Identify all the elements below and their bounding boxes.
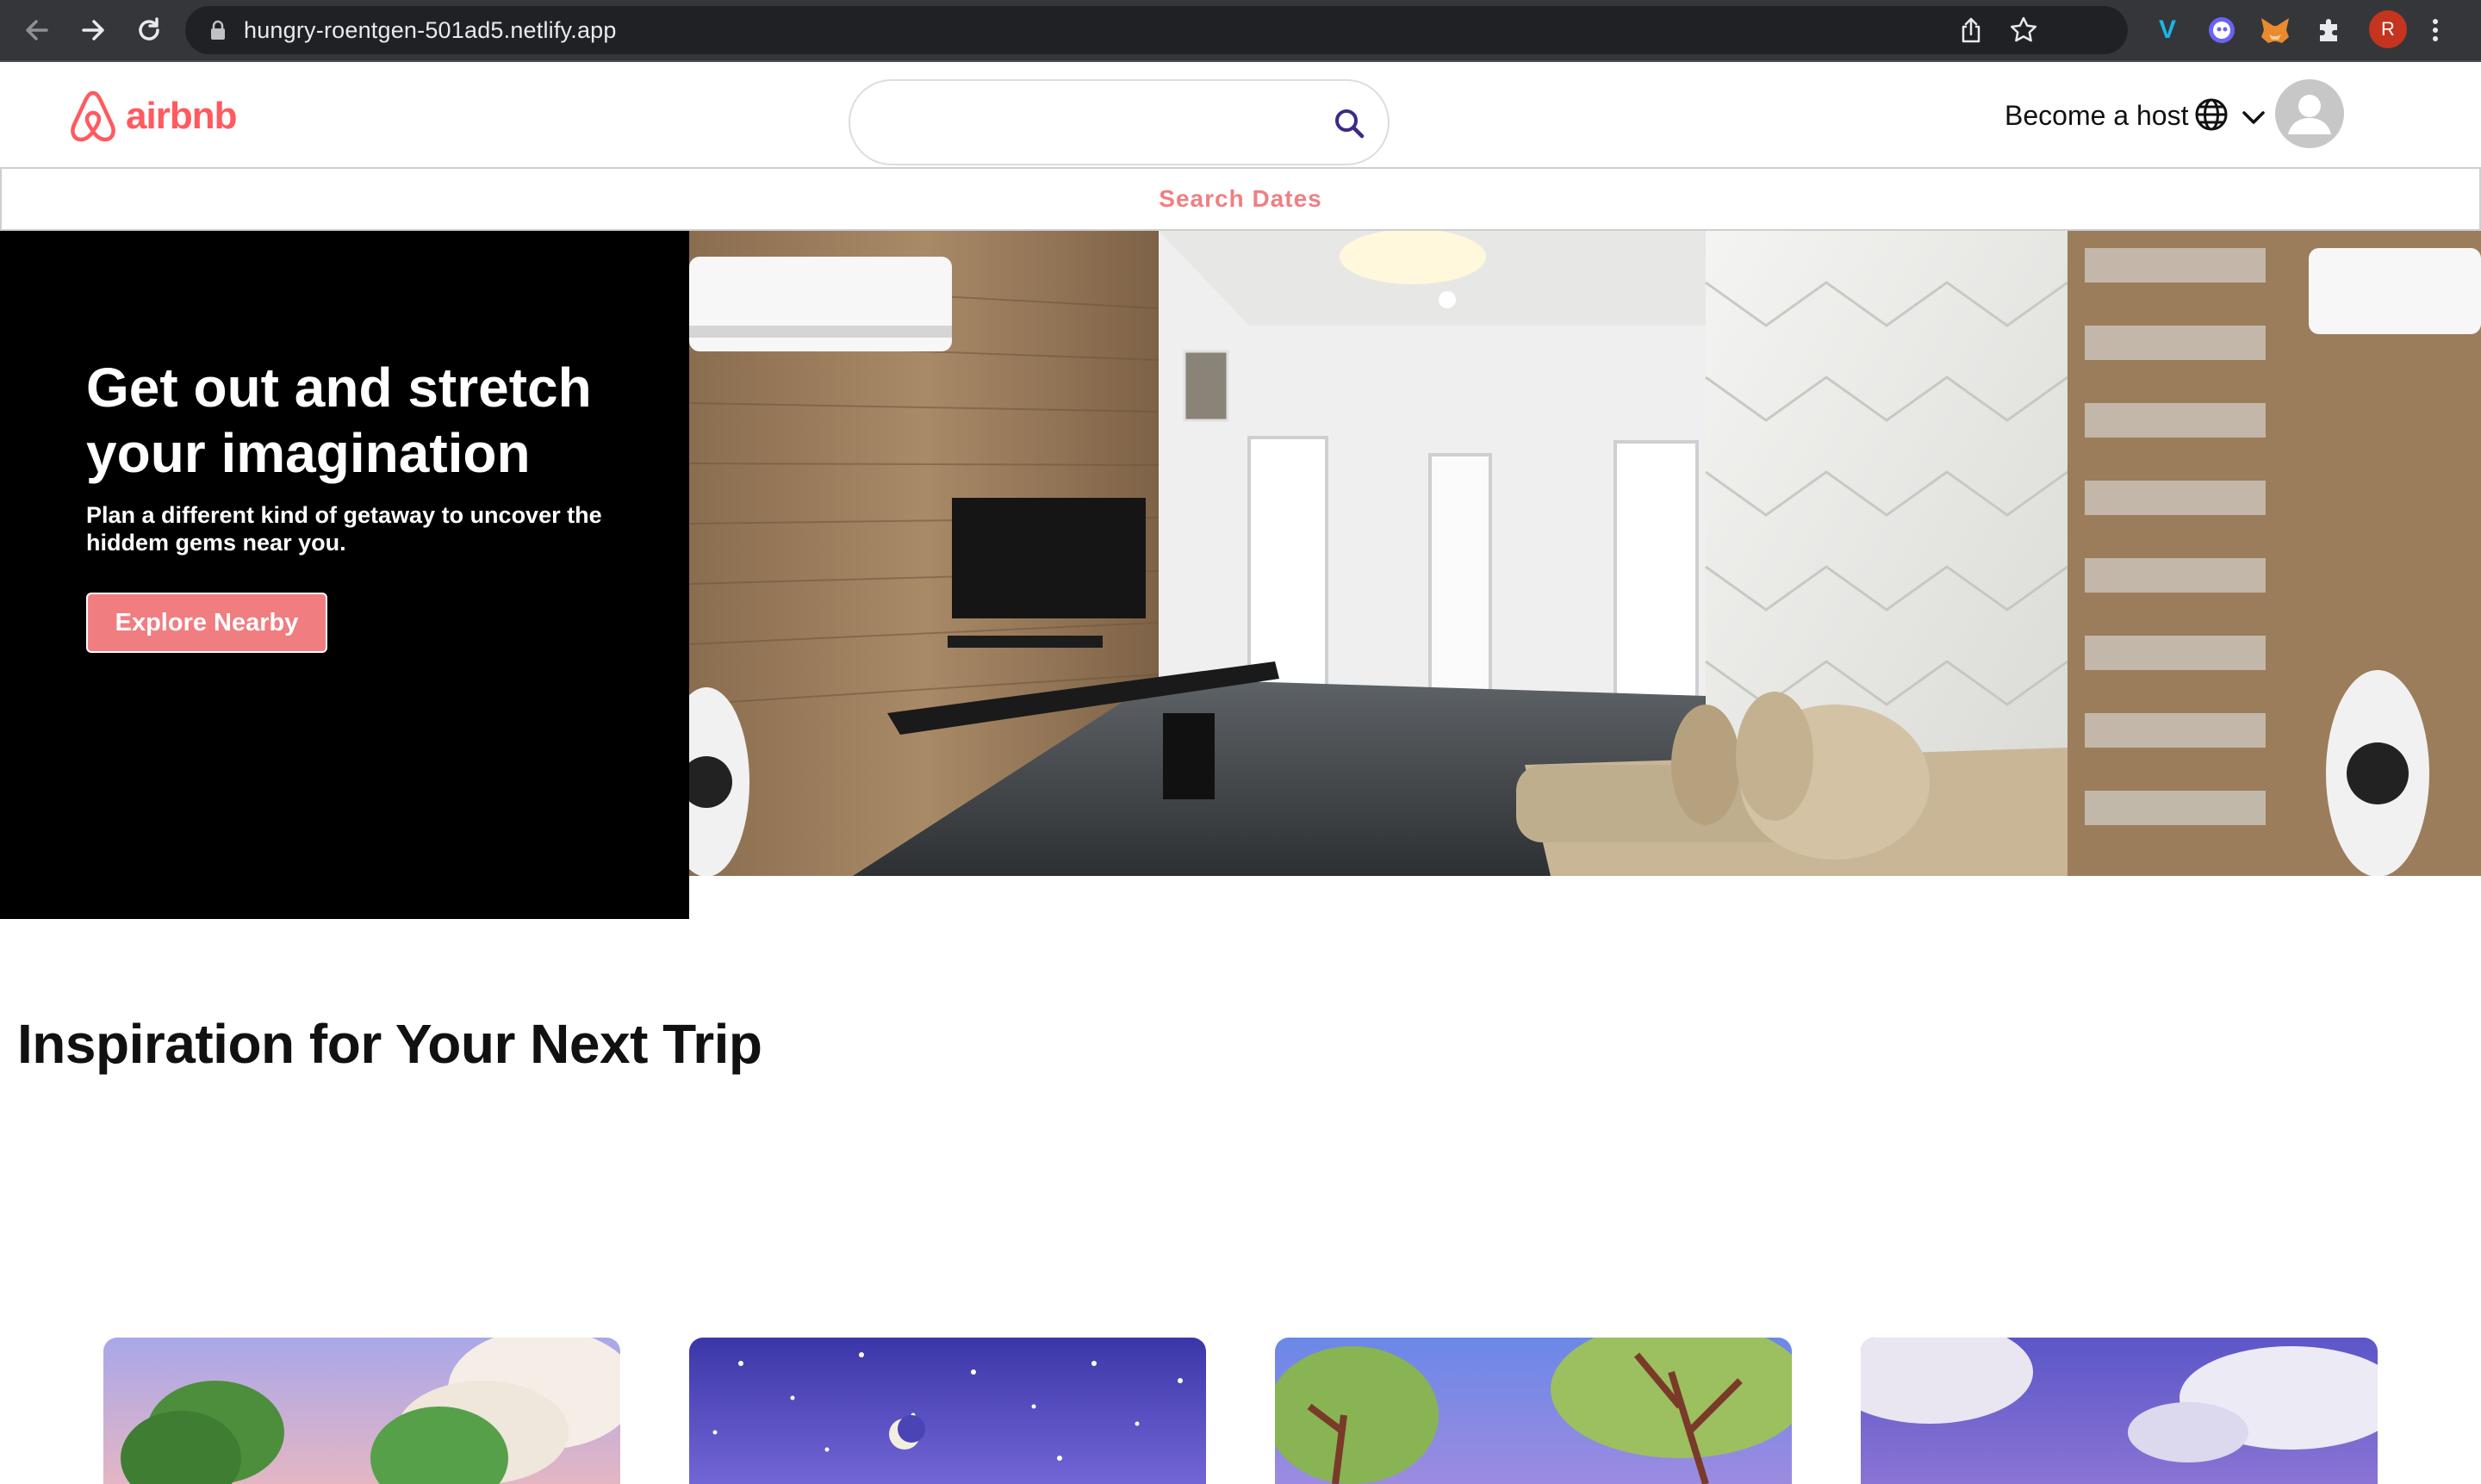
site-header: airbnb Become a host [0,62,2481,167]
hero-title: Get out and stretch your imagination [86,357,592,484]
globe-icon[interactable] [2193,96,2229,133]
puzzle-extension-icon[interactable] [2311,12,2347,48]
hero-panel [0,231,689,919]
explore-nearby-button[interactable]: Explore Nearby [86,593,327,653]
vimeo-extension-icon[interactable]: V [2149,12,2186,48]
forward-arrow-icon[interactable] [72,9,115,52]
menu-dots-icon[interactable] [2425,12,2446,48]
reload-icon[interactable] [127,9,171,52]
search-dates-button[interactable]: Search Dates [0,167,2481,231]
chevron-down-icon[interactable] [2240,103,2267,131]
url-text[interactable]: hungry-roentgen-501ad5.netlify.app [244,6,617,54]
card-illustration [1275,1338,1792,1484]
search-input[interactable] [876,100,1293,146]
card-illustration [689,1338,1206,1484]
ghost-extension-icon[interactable] [2204,12,2240,48]
share-icon[interactable] [1956,15,1987,46]
inspiration-card[interactable] [1275,1338,1792,1484]
lock-icon[interactable] [207,19,229,41]
card-illustration [1861,1338,2378,1484]
star-icon[interactable] [2008,15,2039,46]
inspiration-card[interactable] [103,1338,620,1484]
airbnb-logo[interactable]: airbnb [67,88,237,145]
browser-toolbar: hungry-roentgen-501ad5.netlify.app V R [0,0,2481,62]
inspiration-title: Inspiration for Your Next Trip [17,1013,762,1075]
user-icon [2288,95,2331,134]
hero-image [689,231,2481,876]
address-bar[interactable]: hungry-roentgen-501ad5.netlify.app [185,6,2128,54]
search-bar[interactable] [849,79,1390,165]
hero-subtitle: Plan a different kind of getaway to unco… [86,502,602,556]
logo-wordmark: airbnb [126,95,237,137]
become-host-link[interactable]: Become a host [2005,98,2188,133]
fox-extension-icon[interactable] [2257,12,2293,48]
back-arrow-icon[interactable] [16,9,59,52]
profile-avatar[interactable]: R [2369,10,2407,48]
inspiration-card[interactable] [1861,1338,2378,1484]
inspiration-card[interactable] [689,1338,1206,1484]
user-avatar[interactable] [2275,79,2344,148]
search-icon[interactable] [1331,105,1369,143]
airbnb-logo-icon [71,90,115,142]
card-illustration [103,1338,620,1484]
